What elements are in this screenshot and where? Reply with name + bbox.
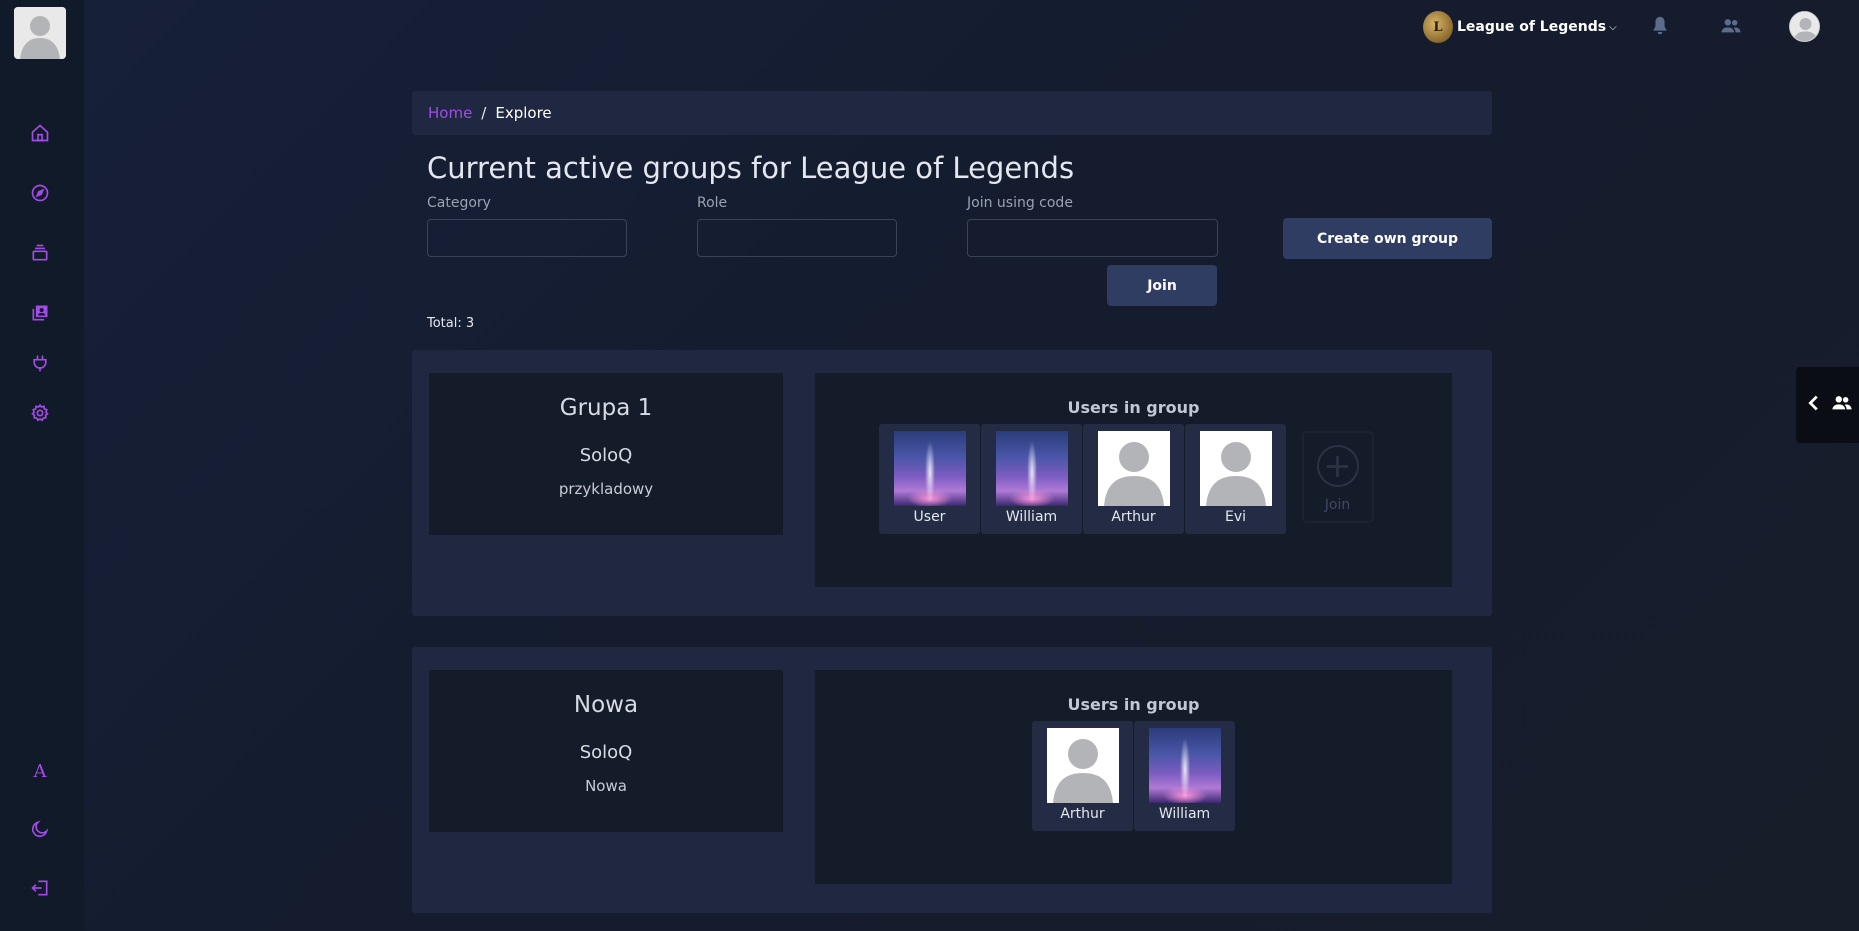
- friends-panel-toggle[interactable]: [1796, 367, 1859, 443]
- sidebar-avatar[interactable]: [14, 7, 66, 59]
- page-title: Current active groups for League of Lege…: [427, 151, 1075, 185]
- join-group-slot[interactable]: + Join: [1287, 424, 1388, 534]
- user-card[interactable]: Evi: [1185, 424, 1286, 534]
- users-title: Users in group: [1067, 695, 1200, 714]
- breadcrumb-separator: /: [481, 104, 487, 122]
- group-card: Grupa 1 SoloQ przykladowy Users in group…: [412, 350, 1492, 616]
- join-code-input[interactable]: [967, 219, 1218, 257]
- user-name: Evi: [1224, 509, 1247, 525]
- group-description: Nowa: [585, 777, 627, 795]
- user-card[interactable]: William: [981, 424, 1082, 534]
- user-avatar-image: [995, 431, 1068, 506]
- category-input[interactable]: [427, 219, 627, 257]
- breadcrumb: Home / Explore: [412, 91, 1492, 135]
- user-avatar-image: [893, 431, 966, 506]
- home-icon[interactable]: [27, 120, 53, 146]
- game-name: League of Legends: [1457, 19, 1607, 35]
- join-group-label: Join: [1324, 497, 1351, 513]
- people-icon[interactable]: [1720, 15, 1744, 39]
- main-content: Home / Explore Current active groups for…: [412, 91, 1492, 913]
- game-logo-icon: L: [1423, 11, 1453, 43]
- group-card: Nowa SoloQ Nowa Users in group Arthur Wi…: [412, 647, 1492, 913]
- logout-icon[interactable]: [27, 875, 53, 901]
- sidebar: A: [0, 0, 84, 931]
- user-name: William: [1158, 806, 1211, 822]
- group-description: przykladowy: [558, 480, 654, 498]
- user-card[interactable]: User: [879, 424, 980, 534]
- user-card[interactable]: Arthur: [1083, 424, 1184, 534]
- role-input[interactable]: [697, 219, 897, 257]
- font-icon[interactable]: A: [27, 758, 53, 784]
- user-avatar-image: [1199, 431, 1272, 506]
- user-avatar-image: [1097, 431, 1170, 506]
- chevron-left-icon: [1803, 392, 1825, 418]
- gear-icon[interactable]: [27, 400, 53, 426]
- people-icon: [1831, 392, 1853, 418]
- plug-icon[interactable]: [27, 350, 53, 376]
- user-avatar-image: [1148, 728, 1221, 803]
- user-card[interactable]: Arthur: [1032, 721, 1133, 831]
- chevron-down-icon: ⌵: [1609, 21, 1617, 33]
- group-users: Users in group Arthur William: [815, 670, 1452, 884]
- compass-icon[interactable]: [27, 180, 53, 206]
- contacts-icon[interactable]: [27, 300, 53, 326]
- user-name: Arthur: [1111, 509, 1156, 525]
- category-label: Category: [427, 195, 491, 211]
- group-name: Grupa 1: [559, 395, 653, 421]
- group-category: SoloQ: [579, 445, 633, 466]
- join-group-button[interactable]: + Join: [1301, 431, 1374, 523]
- moon-icon[interactable]: [27, 816, 53, 842]
- role-label: Role: [697, 195, 728, 211]
- group-users: Users in group User William Arthur Evi +…: [815, 373, 1452, 587]
- join-code-label: Join using code: [967, 195, 1073, 211]
- group-category: SoloQ: [579, 742, 633, 763]
- layers-icon[interactable]: [27, 240, 53, 266]
- user-avatar-image: [1046, 728, 1119, 803]
- group-info: Grupa 1 SoloQ przykladowy: [429, 373, 783, 535]
- group-name: Nowa: [573, 692, 639, 718]
- join-code-button[interactable]: Join: [1107, 265, 1217, 306]
- topbar: L League of Legends ⌵: [84, 0, 1859, 54]
- user-name: Arthur: [1060, 806, 1105, 822]
- plus-icon: +: [1316, 445, 1359, 487]
- user-card[interactable]: William: [1134, 721, 1235, 831]
- breadcrumb-home-link[interactable]: Home: [428, 104, 472, 122]
- filters: Category Role Join using code Join Creat…: [412, 185, 1492, 345]
- user-name: William: [1005, 509, 1058, 525]
- users-row: User William Arthur Evi + Join: [815, 424, 1452, 534]
- bell-icon[interactable]: [1649, 15, 1673, 39]
- user-name: User: [913, 509, 946, 525]
- users-title: Users in group: [1067, 398, 1200, 417]
- create-group-button[interactable]: Create own group: [1283, 218, 1492, 259]
- group-info: Nowa SoloQ Nowa: [429, 670, 783, 832]
- user-avatar[interactable]: [1789, 11, 1820, 42]
- total-count: Total: 3: [427, 316, 475, 331]
- breadcrumb-current: Explore: [495, 104, 552, 122]
- users-row: Arthur William: [815, 721, 1452, 831]
- game-selector[interactable]: L League of Legends ⌵: [1423, 10, 1617, 44]
